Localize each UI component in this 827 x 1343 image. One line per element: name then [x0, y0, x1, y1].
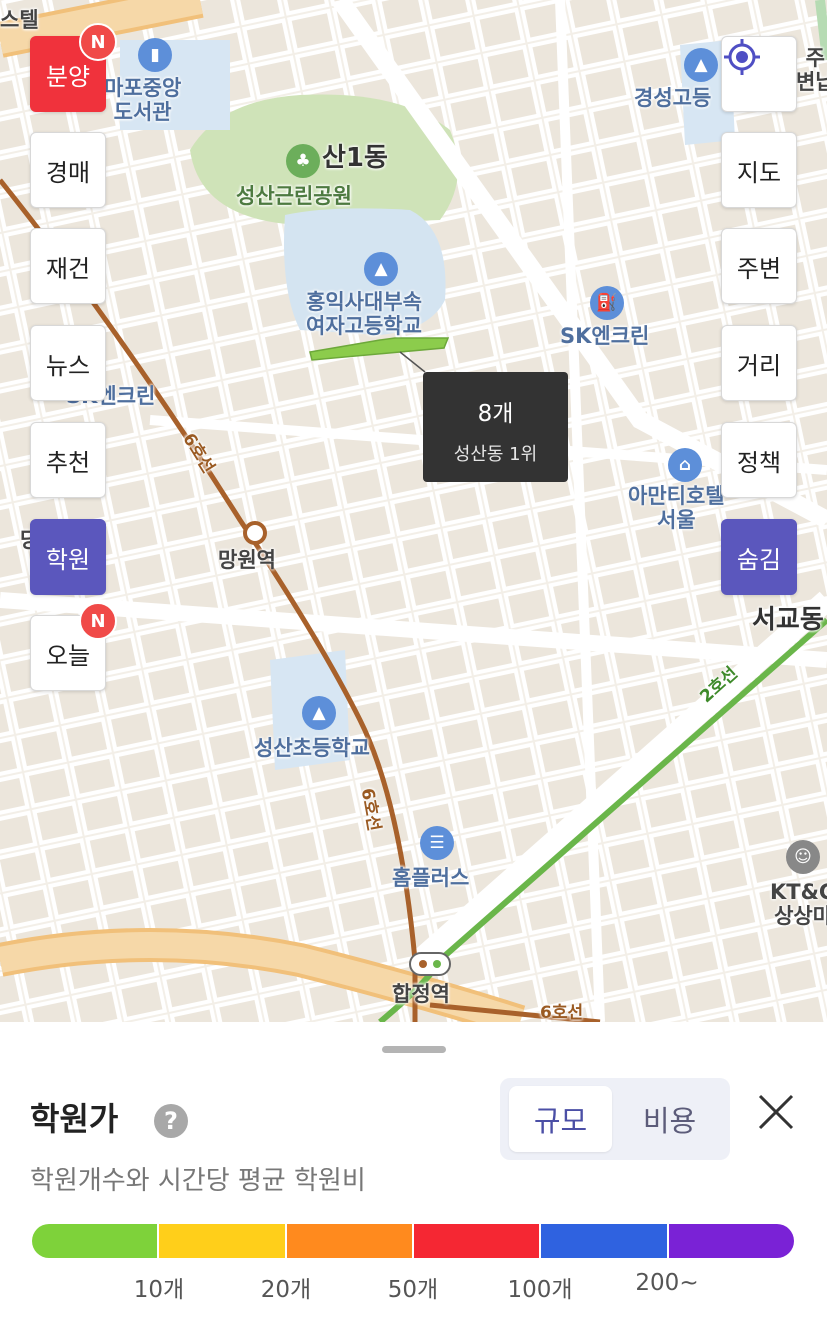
distance-button[interactable]: 거리 [721, 325, 797, 401]
menu-label: 정책 [736, 448, 782, 477]
legend-segment [668, 1224, 794, 1258]
map-label-homeplus: 홈플러스 [392, 866, 470, 890]
map-type-button[interactable]: 지도 [721, 132, 797, 208]
map-label-park: 성산근린공원 [236, 184, 352, 208]
map-label-hapjeong-station: 합정역 [392, 982, 450, 1006]
menu-button-today[interactable]: 오늘 N [30, 602, 117, 691]
policy-button[interactable]: 정책 [721, 422, 797, 498]
map-label-sk-gas: SK엔크린 [560, 324, 650, 348]
school-icon: ▲ [364, 252, 398, 286]
map-label-amanti-hotel: 아만티호텔 서울 [628, 484, 725, 533]
tooltip-rank: 성산동 1위 [453, 444, 538, 465]
new-badge: N [79, 602, 117, 640]
shopping-cart-icon: ☰ [420, 826, 454, 860]
hide-button[interactable]: 숨김 [721, 519, 797, 595]
menu-button-auction[interactable]: 경매 [30, 132, 106, 208]
menu-label: 분양 [45, 62, 91, 91]
crosshair-icon [724, 39, 760, 75]
menu-button-recommend[interactable]: 추천 [30, 422, 106, 498]
map-label-seogyo: 서교동 [752, 605, 824, 635]
school-icon: ▲ [684, 48, 718, 82]
legend-segment [32, 1224, 160, 1258]
menu-label: 오늘 [45, 641, 91, 670]
close-icon[interactable] [752, 1088, 800, 1136]
menu-label: 추천 [45, 448, 91, 477]
drag-handle[interactable] [382, 1046, 446, 1053]
menu-label: 지도 [736, 158, 782, 187]
my-location-button[interactable] [721, 36, 797, 112]
tooltip-count: 8개 [477, 401, 514, 427]
legend-segment [541, 1224, 669, 1258]
nearby-button[interactable]: 주변 [721, 228, 797, 304]
legend-segment [413, 1224, 542, 1258]
legend-tick-label: 10개 [133, 1277, 185, 1303]
hotel-icon: ⌂ [668, 448, 702, 482]
menu-label: 거리 [736, 351, 782, 380]
library-icon: ▮ [138, 38, 172, 72]
menu-label: 숨김 [736, 545, 782, 574]
park-icon: ♣ [286, 144, 320, 178]
scale-cost-toggle: 규모 비용 [500, 1078, 730, 1160]
menu-label: 학원 [45, 545, 91, 574]
legend-tick-label: 100개 [507, 1277, 573, 1303]
map-label-seongsan-elementary: 성산초등학교 [254, 736, 370, 760]
map-label-hotel: 스텔 [0, 8, 39, 32]
academy-panel: 학원가 ? 학원개수와 시간당 평균 학원비 규모 비용 10개 20개 50개 10… [0, 1022, 827, 1343]
menu-button-news[interactable]: 뉴스 [30, 325, 106, 401]
menu-label: 주변 [736, 254, 782, 283]
legend-tick-label: 20개 [260, 1277, 312, 1303]
legend-tick-label: 50개 [387, 1277, 439, 1303]
menu-label: 재건 [45, 254, 91, 283]
menu-label: 경매 [45, 158, 91, 187]
map-label-station-partial: 주 변납 [796, 46, 827, 95]
landmark-icon: ☺ [786, 840, 820, 874]
new-badge: N [79, 23, 117, 61]
legend-segment [159, 1224, 287, 1258]
gas-station-icon: ⛽ [590, 286, 624, 320]
map-label-gyeongseong: 경성고등 [634, 86, 712, 110]
legend-segment [286, 1224, 414, 1258]
menu-label: 뉴스 [45, 351, 91, 380]
legend-color-bar [32, 1224, 794, 1258]
menu-button-presale[interactable]: 분양 N [30, 23, 117, 112]
toggle-scale[interactable]: 규모 [509, 1086, 612, 1152]
map-label-hongik-school: 홍익사대부속 여자고등학교 [306, 290, 422, 339]
toggle-cost[interactable]: 비용 [618, 1086, 721, 1152]
map-label-district: 산1동 [322, 143, 388, 173]
map-label-line6: 6호선 [540, 1003, 584, 1022]
panel-title: 학원가 [30, 1100, 119, 1138]
map-label-ktng: KT&G 상상마 [770, 880, 827, 929]
map-view[interactable]: ▮ ▲ ♣ ▲ ⛽ ⌂ ▲ ☰ ☺ 스텔 마포중앙 도서관 경성고등 주 변납 … [0, 0, 827, 1022]
legend-tick-label: 200~ [635, 1270, 699, 1296]
menu-button-academy[interactable]: 학원 [30, 519, 106, 595]
panel-subtitle: 학원개수와 시간당 평균 학원비 [30, 1166, 366, 1196]
map-label-library: 마포중앙 도서관 [104, 76, 182, 125]
menu-button-redevelopment[interactable]: 재건 [30, 228, 106, 304]
district-tooltip[interactable]: 8개 성산동 1위 [423, 372, 568, 482]
help-icon[interactable]: ? [154, 1104, 188, 1138]
school-icon: ▲ [302, 696, 336, 730]
map-label-mangwon-station: 망원역 [218, 548, 276, 572]
